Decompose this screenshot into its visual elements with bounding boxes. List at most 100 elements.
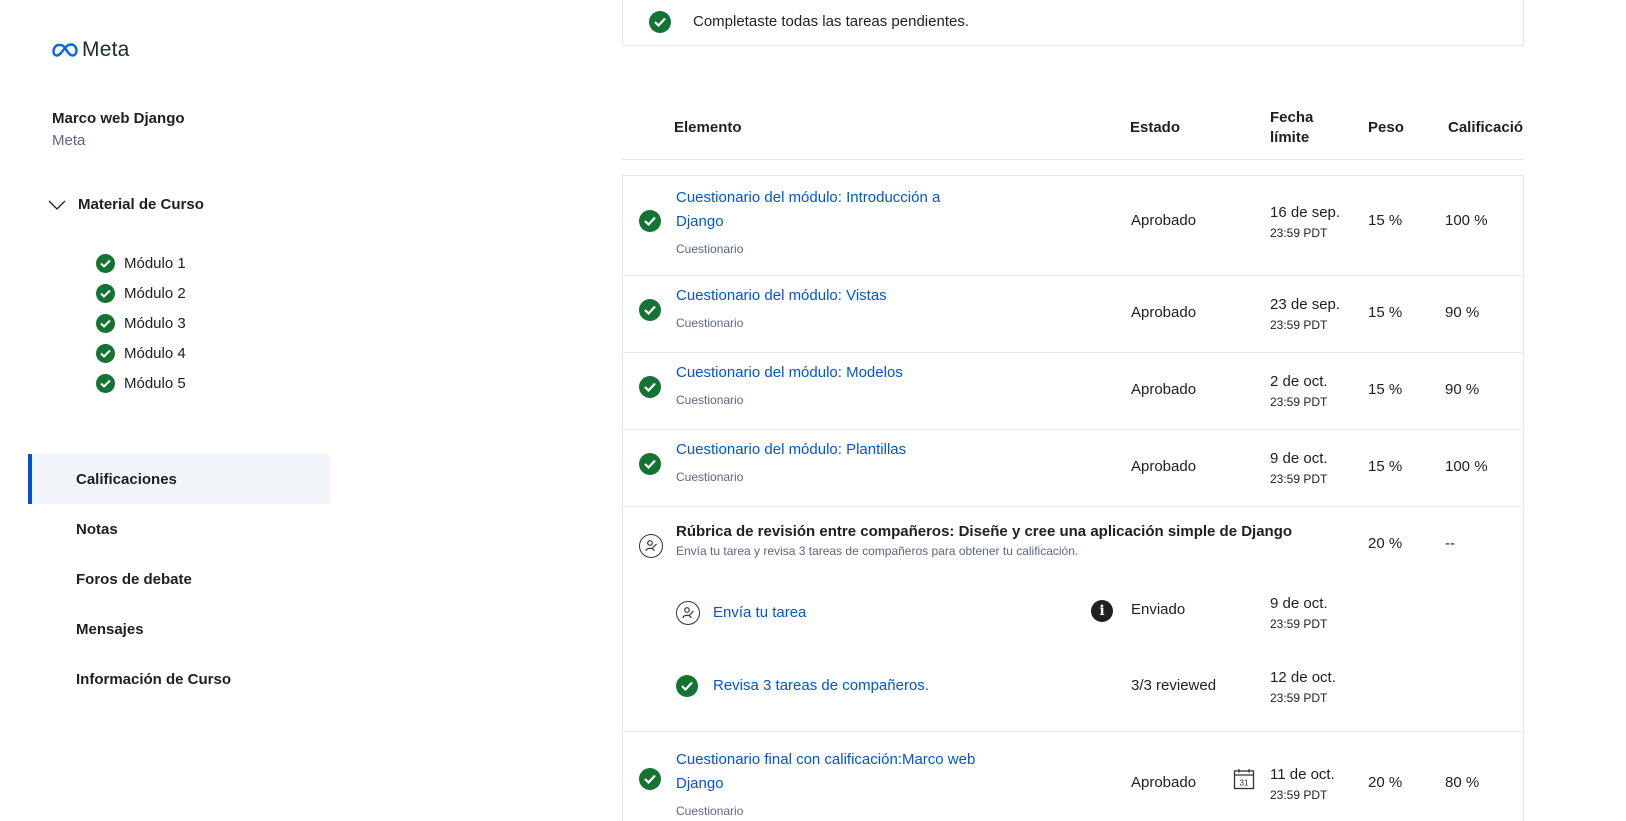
sidebar-item-notes[interactable]: Notas [28,504,330,554]
weight-value: 15 % [1368,381,1403,398]
logo-text: Meta [82,38,130,61]
status-text: Aprobado [1131,774,1197,791]
check-circle-icon [96,373,115,393]
status-text: Aprobado [1131,458,1197,475]
status-text: Aprobado [1131,381,1197,398]
due-date-day: 16 de sep. [1270,204,1341,221]
due-date-time: 23:59 PDT [1270,472,1328,486]
check-circle-icon [639,768,661,790]
grade-value: 80 % [1445,774,1480,791]
chevron-down-icon [48,199,66,211]
check-circle-icon [649,10,671,33]
item-type: Cuestionario [676,393,744,407]
course-partner: Meta [52,132,86,149]
item-link[interactable]: Cuestionario del módulo: Modelos [676,361,976,385]
module-label: Módulo 4 [124,344,186,362]
grade-value: 100 % [1445,212,1488,229]
check-circle-icon [96,283,115,303]
due-date: 9 de oct. 23:59 PDT [1270,593,1328,635]
weight-value: 15 % [1368,458,1403,475]
item-type: Cuestionario [676,242,744,256]
module-label: Módulo 2 [124,284,186,302]
review-peers-link[interactable]: Revisa 3 tareas de compañeros. [713,677,929,694]
course-material-label: Material de Curso [78,196,204,213]
course-title: Marco web Django [52,110,185,127]
meta-infinity-icon [52,43,78,57]
meta-logo[interactable]: Meta [52,38,130,62]
check-circle-icon [676,675,698,697]
due-date: 12 de oct. 23:59 PDT [1270,667,1336,709]
submit-assignment-icon [676,601,700,625]
due-date: 11 de oct. 23:59 PDT [1270,764,1335,806]
sidebar-item-messages[interactable]: Mensajes [28,604,330,654]
peer-review-title: Rúbrica de revisión entre compañeros: Di… [676,523,1293,540]
peer-review-description: Envía tu tarea y revisa 3 tareas de comp… [676,544,1079,558]
column-header-item: Elemento [674,119,742,136]
due-date-time: 23:59 PDT [1270,226,1328,240]
course-material-toggle[interactable]: Material de Curso [48,196,204,213]
due-date-day: 2 de oct. [1270,373,1328,390]
check-circle-icon [96,343,115,363]
due-date-day: 11 de oct. [1270,766,1335,783]
grades-table-header: Elemento Estado Fecha límite Peso Califi… [622,104,1524,160]
sidebar-item-course-info[interactable]: Información de Curso [28,654,330,704]
info-icon[interactable]: i [1091,600,1113,622]
table-row: Cuestionario del módulo: Introducción a … [623,176,1523,276]
due-date-day: 9 de oct. [1270,595,1328,612]
table-row: Cuestionario del módulo: Modelos Cuestio… [623,353,1523,430]
column-header-due: Fecha límite [1270,108,1330,148]
module-list: Módulo 1 Módulo 2 Módulo 3 Módulo 4 Módu… [96,243,186,403]
weight-value: 20 % [1368,774,1403,791]
column-header-status: Estado [1130,119,1181,136]
sidebar-item-grades[interactable]: Calificaciones [28,454,330,504]
grade-value: 90 % [1445,304,1480,321]
check-circle-icon [96,253,115,273]
status-text: Enviado [1131,601,1186,618]
check-circle-icon [639,299,661,321]
table-row: Cuestionario final con calificación:Marc… [623,732,1523,821]
check-circle-icon [96,313,115,333]
status-text: Aprobado [1131,212,1197,229]
banner-text: Completaste todas las tareas pendientes. [693,13,969,30]
sidebar-item-module-5[interactable]: Módulo 5 [96,363,186,403]
grades-table: Cuestionario del módulo: Introducción a … [622,175,1524,821]
due-date-day: 9 de oct. [1270,450,1328,467]
column-header-due-line2: límite [1270,129,1310,146]
weight-value: 20 % [1368,535,1403,552]
module-label: Módulo 5 [124,374,186,392]
calendar-day: 31 [1240,779,1249,788]
peer-review-group: Rúbrica de revisión entre compañeros: Di… [623,507,1523,732]
check-circle-icon [639,453,661,475]
item-type: Cuestionario [676,804,744,818]
item-link[interactable]: Cuestionario del módulo: Vistas [676,284,976,308]
submit-assignment-link[interactable]: Envía tu tarea [713,604,806,621]
module-label: Módulo 3 [124,314,186,332]
due-date-time: 23:59 PDT [1270,691,1328,705]
peer-review-icon [639,534,663,558]
column-header-due-line1: Fecha [1270,109,1314,126]
due-date: 23 de sep. 23:59 PDT [1270,294,1340,336]
table-row: Cuestionario del módulo: Plantillas Cues… [623,430,1523,507]
due-date: 16 de sep. 23:59 PDT [1270,202,1340,244]
due-date: 9 de oct. 23:59 PDT [1270,448,1328,490]
sidebar-nav: Calificaciones Notas Foros de debate Men… [28,454,330,704]
due-date-time: 23:59 PDT [1270,318,1328,332]
grade-value: 100 % [1445,458,1488,475]
due-date-time: 23:59 PDT [1270,617,1328,631]
weight-value: 15 % [1368,304,1403,321]
column-header-grade: Calificación [1448,119,1524,136]
item-link[interactable]: Cuestionario del módulo: Plantillas [676,438,976,462]
item-type: Cuestionario [676,470,744,484]
due-date: 2 de oct. 23:59 PDT [1270,371,1328,413]
status-text: Aprobado [1131,304,1197,321]
check-circle-icon [639,210,661,232]
table-row: Cuestionario del módulo: Vistas Cuestion… [623,276,1523,353]
calendar-icon[interactable]: 31 [1233,768,1255,790]
grade-value: 90 % [1445,381,1480,398]
item-link[interactable]: Cuestionario del módulo: Introducción a … [676,186,966,234]
sidebar-item-discussion-forums[interactable]: Foros de debate [28,554,330,604]
column-header-weight: Peso [1368,119,1404,136]
due-date-time: 23:59 PDT [1270,395,1328,409]
item-link[interactable]: Cuestionario final con calificación:Marc… [676,748,986,796]
due-date-time: 23:59 PDT [1270,788,1328,802]
